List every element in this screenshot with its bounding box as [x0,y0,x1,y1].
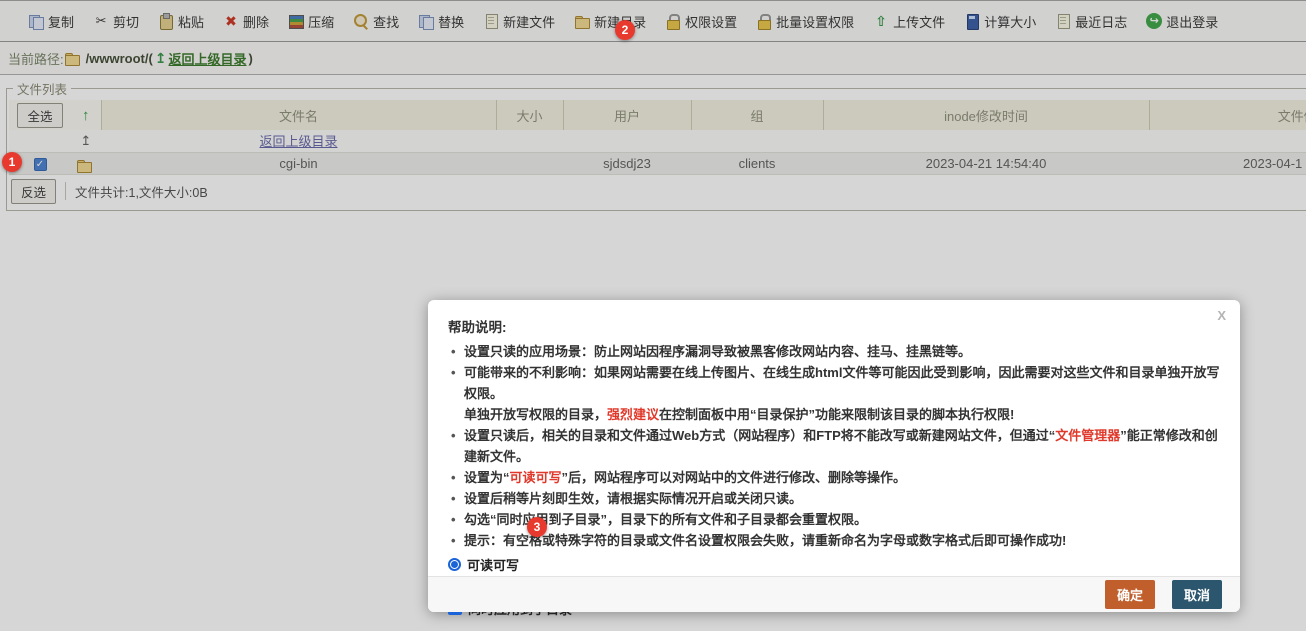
dialog-title: 帮助说明: [448,316,1220,336]
annotation-badge-1: 1 [2,152,22,172]
close-icon[interactable]: X [1217,308,1226,323]
confirm-button[interactable]: 确定 [1105,580,1155,609]
annotation-badge-3: 3 [527,517,547,537]
option-label: 可读可写 [467,555,519,574]
help-bullet: 设置只读的应用场景：防止网站因程序漏洞导致被黑客修改网站内容、挂马、挂黑链等。 [448,341,1220,362]
help-bullet: 设置后稍等片刻即生效，请根据实际情况开启或关闭只读。 [448,488,1220,509]
option-read-write[interactable]: 可读可写 [448,553,519,575]
annotation-badge-2: 2 [615,20,635,40]
help-bullet-list: 设置只读的应用场景：防止网站因程序漏洞导致被黑客修改网站内容、挂马、挂黑链等。可… [448,341,1220,551]
help-bullet: 设置为“可读可写”后，网站程序可以对网站中的文件进行修改、删除等操作。 [448,467,1220,488]
radio-checked-icon [448,558,461,571]
help-bullet: 勾选“同时应用到子目录”，目录下的所有文件和子目录都会重置权限。 [448,509,1220,530]
cancel-button[interactable]: 取消 [1172,580,1222,609]
dialog-footer: 确定 取消 [428,576,1240,612]
help-dialog: X 帮助说明: 设置只读的应用场景：防止网站因程序漏洞导致被黑客修改网站内容、挂… [428,300,1240,612]
help-bullet: 设置只读后，相关的目录和文件通过Web方式（网站程序）和FTP将不能改写或新建网… [448,425,1220,467]
help-bullet: 可能带来的不利影响：如果网站需要在线上传图片、在线生成html文件等可能因此受到… [448,362,1220,425]
help-bullet: 提示：有空格或特殊字符的目录或文件名设置权限会失败，请重新命名为字母或数字格式后… [448,530,1220,551]
